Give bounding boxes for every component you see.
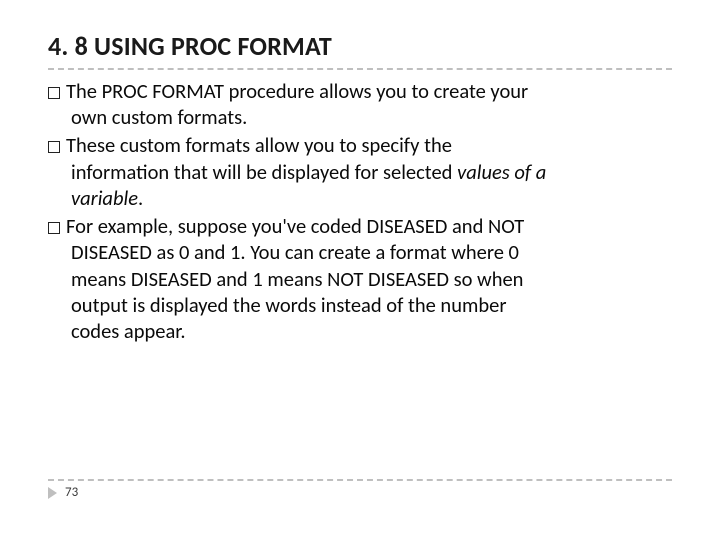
bullet-text: These custom formats allow you to specif… bbox=[66, 132, 452, 158]
bullet-text-cont: DISEASED as 0 and 1. You can create a fo… bbox=[48, 239, 672, 265]
italic-phrase: values of a bbox=[457, 159, 546, 185]
bullet-text: The PROC FORMAT procedure allows you to … bbox=[66, 78, 528, 104]
bullet-text-cont: own custom formats. bbox=[48, 104, 672, 130]
italic-phrase: variable bbox=[71, 185, 138, 211]
bullet-item: For example, suppose you've coded DISEAS… bbox=[48, 213, 672, 344]
slide-footer: 73 bbox=[48, 479, 672, 500]
page-number: 73 bbox=[65, 485, 78, 500]
bullet-item: These custom formats allow you to specif… bbox=[48, 132, 672, 211]
bullet-text: For example, suppose you've coded DISEAS… bbox=[66, 213, 524, 239]
slide-title: 4. 8 USING PROC FORMAT bbox=[48, 30, 672, 62]
bullet-text-tail: . bbox=[138, 185, 143, 211]
square-bullet-icon bbox=[48, 87, 60, 99]
bullet-text-cont: codes appear. bbox=[48, 318, 672, 344]
arrow-right-icon bbox=[48, 487, 57, 499]
title-rule bbox=[48, 68, 672, 70]
bullet-list: The PROC FORMAT procedure allows you to … bbox=[48, 78, 672, 344]
bullet-item: The PROC FORMAT procedure allows you to … bbox=[48, 78, 672, 130]
footer-rule bbox=[48, 479, 672, 481]
square-bullet-icon bbox=[48, 222, 60, 234]
bullet-text-cont: information that will be displayed for s… bbox=[71, 159, 457, 185]
bullet-text-cont: means DISEASED and 1 means NOT DISEASED … bbox=[48, 266, 672, 292]
square-bullet-icon bbox=[48, 141, 60, 153]
bullet-text-cont: output is displayed the words instead of… bbox=[48, 292, 672, 318]
